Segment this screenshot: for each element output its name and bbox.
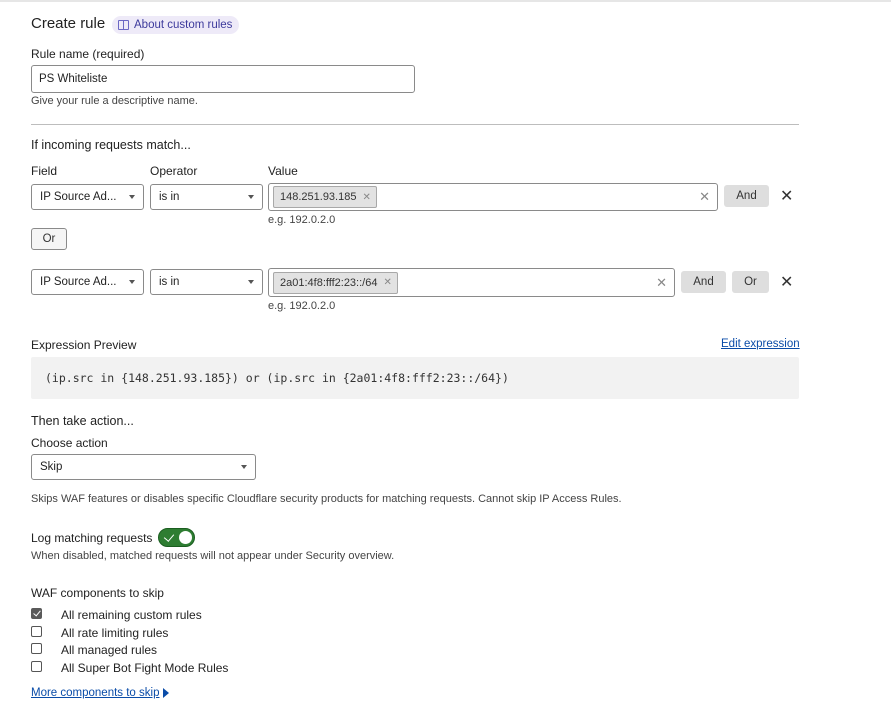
field-select-1[interactable]: IP Source Ad... — [31, 184, 144, 210]
checkbox-rate-limiting-rules[interactable] — [31, 626, 42, 637]
close-icon[interactable]: ✕ — [780, 186, 793, 206]
log-matching-toggle[interactable] — [158, 528, 195, 547]
close-icon[interactable]: ✕ — [383, 277, 391, 288]
toggle-knob — [179, 531, 192, 544]
expression-preview-label: Expression Preview — [31, 338, 137, 352]
checkbox-remaining-custom-rules[interactable] — [31, 608, 42, 619]
value-input-1[interactable]: 148.251.93.185 ✕ ✕ — [268, 183, 718, 211]
close-icon[interactable]: ✕ — [780, 272, 793, 292]
page-title: Create rule — [31, 15, 106, 32]
chevron-down-icon — [129, 195, 135, 199]
action-help: Skips WAF features or disables specific … — [31, 493, 622, 505]
and-button-2[interactable]: And — [681, 271, 726, 293]
action-heading: Then take action... — [31, 414, 134, 428]
checkbox-super-bot-fight-mode[interactable] — [31, 661, 42, 672]
chip-label: 2a01:4f8:fff2:23::/64 — [280, 276, 378, 289]
match-heading: If incoming requests match... — [31, 138, 191, 152]
rule-name-label: Rule name (required) — [31, 47, 145, 61]
close-icon[interactable]: ✕ — [656, 275, 670, 291]
operator-select-value: is in — [159, 276, 180, 288]
action-select[interactable]: Skip — [31, 454, 256, 480]
more-components-label: More components to skip — [31, 687, 160, 699]
more-components-link[interactable]: More components to skip — [31, 685, 170, 699]
chip-label: 148.251.93.185 — [280, 191, 357, 203]
waf-components-heading: WAF components to skip — [31, 586, 164, 600]
field-select-2[interactable]: IP Source Ad... — [31, 269, 144, 295]
operator-select-value: is in — [159, 191, 180, 203]
and-button-1[interactable]: And — [724, 185, 769, 207]
about-custom-rules-link[interactable]: About custom rules — [112, 16, 240, 34]
chevron-down-icon — [129, 280, 135, 284]
chevron-down-icon — [241, 465, 247, 469]
close-icon[interactable]: ✕ — [362, 192, 370, 203]
operator-column-label: Operator — [150, 164, 198, 178]
or-button[interactable]: Or — [31, 228, 67, 250]
section-divider — [31, 124, 799, 125]
checkbox-label: All remaining custom rules — [61, 608, 202, 622]
value-chip: 148.251.93.185 ✕ — [273, 186, 377, 208]
field-column-label: Field — [31, 164, 58, 178]
top-border — [0, 0, 891, 2]
close-icon[interactable]: ✕ — [699, 189, 713, 205]
checkbox-label: All rate limiting rules — [61, 626, 169, 640]
operator-select-2[interactable]: is in — [150, 269, 263, 295]
value-input-2[interactable]: 2a01:4f8:fff2:23::/64 ✕ ✕ — [268, 268, 675, 297]
book-icon — [118, 20, 129, 30]
checkbox-label: All Super Bot Fight Mode Rules — [61, 661, 229, 675]
chevron-down-icon — [248, 195, 254, 199]
chevron-down-icon — [248, 280, 254, 284]
triangle-right-icon — [163, 687, 170, 698]
checkbox-managed-rules[interactable] — [31, 643, 42, 654]
field-select-value: IP Source Ad... — [40, 191, 117, 203]
value-hint-1: e.g. 192.0.2.0 — [268, 214, 336, 226]
action-select-value: Skip — [40, 461, 63, 473]
about-link-label: About custom rules — [134, 19, 233, 31]
check-icon — [163, 531, 175, 542]
operator-select-1[interactable]: is in — [150, 184, 263, 210]
checkbox-label: All managed rules — [61, 643, 158, 657]
edit-expression-link[interactable]: Edit expression — [721, 338, 800, 350]
choose-action-label: Choose action — [31, 436, 108, 450]
rule-name-help: Give your rule a descriptive name. — [31, 95, 198, 107]
value-column-label: Value — [268, 164, 298, 178]
or-button-2[interactable]: Or — [732, 271, 769, 293]
expression-preview: (ip.src in {148.251.93.185}) or (ip.src … — [31, 357, 799, 399]
log-matching-help: When disabled, matched requests will not… — [31, 550, 395, 562]
rule-name-input[interactable] — [31, 65, 415, 93]
field-select-value: IP Source Ad... — [40, 276, 117, 288]
value-hint-2: e.g. 192.0.2.0 — [268, 300, 336, 312]
value-chip: 2a01:4f8:fff2:23::/64 ✕ — [273, 271, 398, 294]
log-matching-label: Log matching requests — [31, 531, 153, 545]
